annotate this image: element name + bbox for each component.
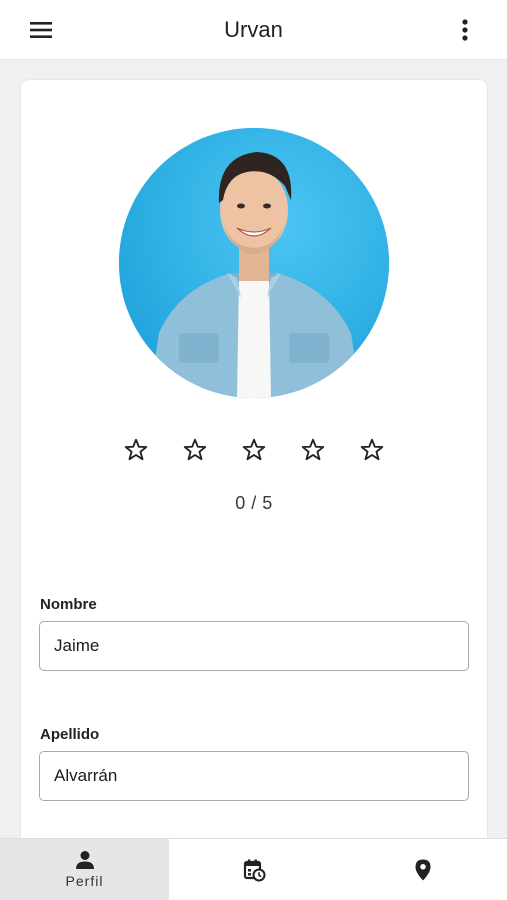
star-outline-icon[interactable] — [123, 437, 149, 463]
nombre-label: Nombre — [40, 596, 97, 613]
person-icon — [75, 851, 94, 869]
nav-tab-schedule[interactable] — [169, 839, 338, 900]
star-outline-icon[interactable] — [300, 437, 326, 463]
star-outline-icon[interactable] — [241, 437, 267, 463]
star-outline-icon[interactable] — [359, 437, 385, 463]
rating-text: 0 / 5 — [235, 493, 273, 513]
profile-card: 0 / 5 Nombre Apellido — [21, 80, 487, 880]
calendar-clock-icon — [243, 859, 265, 881]
bottom-nav: Perfil — [0, 838, 507, 900]
location-pin-icon — [415, 859, 430, 880]
profile-avatar[interactable] — [119, 128, 389, 398]
nav-tab-location[interactable] — [338, 839, 507, 900]
star-outline-icon[interactable] — [182, 437, 208, 463]
nav-tab-perfil[interactable]: Perfil — [0, 839, 169, 900]
rating-stars — [21, 437, 487, 467]
more-vertical-icon[interactable] — [453, 17, 477, 43]
apellido-input[interactable] — [39, 751, 469, 801]
apellido-label: Apellido — [40, 726, 100, 743]
nombre-input[interactable] — [39, 621, 469, 671]
app-title: Urvan — [224, 17, 283, 42]
app-bar: Urvan — [0, 0, 507, 60]
nav-tab-perfil-label: Perfil — [65, 873, 104, 889]
